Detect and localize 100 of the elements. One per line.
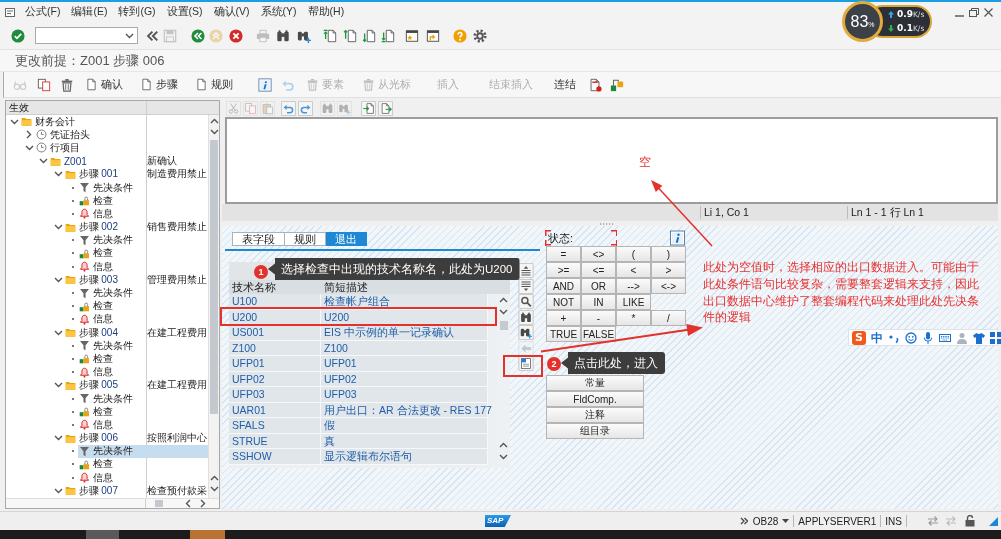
scrollbar-thumb[interactable] <box>210 140 218 414</box>
tree-node[interactable]: 信息 <box>78 471 208 485</box>
undo-icon[interactable] <box>281 101 296 116</box>
minimize-icon[interactable] <box>955 14 964 17</box>
tree-node[interactable]: 先决条件 <box>78 392 208 406</box>
trash-icon[interactable] <box>60 77 74 92</box>
operator-button[interactable]: - <box>581 310 616 326</box>
operator-button[interactable]: LIKE <box>616 294 651 310</box>
operator-button[interactable]: FALSE <box>581 326 616 342</box>
chevron-up-icon[interactable] <box>209 118 219 124</box>
scrollbar-thumb[interactable] <box>499 321 508 330</box>
function-button[interactable]: 常量 <box>546 375 644 391</box>
operator-button[interactable]: NOT <box>546 294 581 310</box>
chevron-down-icon[interactable] <box>209 486 219 492</box>
tree-node[interactable]: 检查 <box>78 299 208 313</box>
toolbar-button[interactable]: 连结 <box>554 77 576 92</box>
toolbar-button[interactable]: 确认 <box>85 77 123 92</box>
tree-node[interactable]: 信息 <box>78 260 208 274</box>
chevron-down-icon[interactable] <box>125 32 134 39</box>
operator-button[interactable]: < <box>616 262 651 278</box>
operator-button[interactable]: <> <box>581 246 616 262</box>
operator-button[interactable]: >= <box>546 262 581 278</box>
chevron-down-icon[interactable] <box>53 329 63 336</box>
keyboard-icon[interactable] <box>939 331 951 344</box>
binoculars-icon[interactable] <box>276 28 290 43</box>
page-stop-icon[interactable] <box>588 77 602 92</box>
chevron-down-icon[interactable] <box>53 435 63 442</box>
tab[interactable]: 退出 <box>326 232 367 246</box>
function-button[interactable]: FldComp. <box>546 391 644 407</box>
smiley-icon[interactable] <box>905 331 917 344</box>
function-button[interactable]: 注释 <box>546 407 644 423</box>
chevron-down-icon[interactable] <box>24 144 34 151</box>
tree-node[interactable]: 检查 <box>78 405 208 419</box>
tree-node[interactable]: 先决条件 <box>78 444 208 458</box>
search-icon[interactable] <box>518 294 534 309</box>
command-field[interactable] <box>35 27 138 44</box>
page-arrow-bottom-icon[interactable] <box>381 28 395 43</box>
ime-mode[interactable]: 中 <box>871 330 883 345</box>
grid-icon[interactable] <box>990 331 1001 344</box>
tree-node[interactable]: 信息 <box>78 418 208 432</box>
chevron-up-icon[interactable] <box>209 475 219 481</box>
double-chevron-left-icon[interactable] <box>145 28 159 43</box>
redo-icon[interactable] <box>298 101 313 116</box>
microphone-icon[interactable] <box>922 331 934 344</box>
chevron-down-icon[interactable] <box>209 129 219 135</box>
tree-node[interactable]: 先决条件 <box>78 233 208 247</box>
tab[interactable]: 表字段 <box>232 232 285 246</box>
page-arrow-in-icon[interactable] <box>361 101 376 116</box>
menu-item[interactable]: 确认(V) <box>213 5 250 19</box>
tree-node[interactable]: 先决条件 <box>78 286 208 300</box>
tree-node[interactable]: 凭证抬头 <box>34 128 208 142</box>
menu-item[interactable]: 公式(F) <box>25 5 61 19</box>
binoculars-plus-icon[interactable] <box>518 325 534 340</box>
tree-node[interactable]: 步骤 006 按照利润中心 <box>63 431 208 445</box>
tree-node[interactable]: 检查 <box>78 457 208 471</box>
info-icon[interactable] <box>669 229 686 246</box>
restore-icon[interactable] <box>969 7 979 17</box>
operator-button[interactable]: = <box>546 246 581 262</box>
operator-button[interactable]: + <box>546 310 581 326</box>
close-icon[interactable] <box>984 7 993 17</box>
splitter-grip-icon[interactable] <box>600 222 614 225</box>
tree-node[interactable]: 信息 <box>78 312 208 326</box>
shirt-icon[interactable] <box>973 331 985 344</box>
operator-button[interactable]: <-> <box>651 278 686 294</box>
tab[interactable]: 规则 <box>285 232 326 246</box>
menu-item[interactable]: 系统(Y) <box>260 5 297 19</box>
chevron-down-icon[interactable] <box>39 158 48 165</box>
info-icon[interactable] <box>258 77 272 92</box>
tree-node[interactable]: 检查 <box>78 246 208 260</box>
tree-node[interactable]: 步骤 005 在建工程费用 <box>63 378 208 392</box>
operator-button[interactable]: * <box>616 310 651 326</box>
menu-icon[interactable] <box>5 7 15 17</box>
chevron-right-icon[interactable] <box>200 499 206 508</box>
chevron-down-icon[interactable] <box>53 487 63 494</box>
operator-button[interactable]: AND <box>546 278 581 294</box>
menu-item[interactable]: 设置(S) <box>166 5 203 19</box>
page-arrow-up-icon[interactable] <box>343 28 357 43</box>
page-arrow-top-icon[interactable] <box>323 28 337 43</box>
tree-node[interactable]: 信息 <box>78 207 208 221</box>
toolbar-button[interactable]: 规则 <box>195 77 233 92</box>
tree-node[interactable]: 检查 <box>78 352 208 366</box>
padlock-icon[interactable] <box>965 515 975 527</box>
operator-button[interactable]: ( <box>616 246 651 262</box>
tree-node[interactable]: 行项目 <box>34 141 208 155</box>
transaction-dropdown[interactable]: OB28 <box>752 515 790 527</box>
operator-button[interactable]: / <box>651 310 686 326</box>
tree-node[interactable]: 财务会计 <box>20 115 208 129</box>
lines-down-icon[interactable] <box>518 278 534 294</box>
tree-node[interactable]: 先决条件 <box>78 339 208 353</box>
tree-node[interactable]: 步骤 003 管理费用禁止 <box>63 273 208 287</box>
operator-button[interactable]: > <box>651 262 686 278</box>
menu-item[interactable]: 转到(G) <box>118 5 156 19</box>
operator-button[interactable]: ) <box>651 246 686 262</box>
operator-button[interactable]: IN <box>581 294 616 310</box>
column-header[interactable]: 技术名称 <box>229 280 321 294</box>
tree-node[interactable]: 步骤 004 在建工程费用 <box>63 326 208 340</box>
scrollbar-thumb[interactable] <box>155 500 163 507</box>
menu-item[interactable]: 编辑(E) <box>71 5 108 19</box>
back-icon[interactable] <box>191 28 205 43</box>
chevron-down-icon[interactable] <box>10 118 19 125</box>
